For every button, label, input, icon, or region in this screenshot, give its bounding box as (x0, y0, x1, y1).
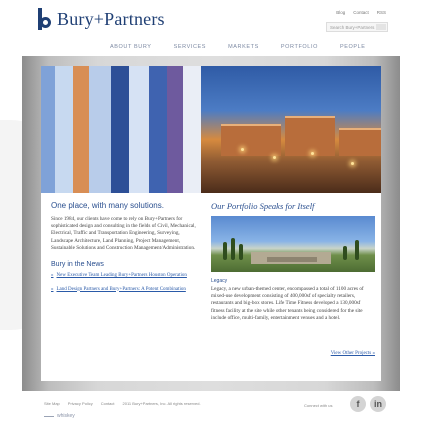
main-nav: ABOUT BURY SERVICES MARKETS PORTFOLIO PE… (110, 44, 366, 50)
facebook-icon[interactable]: f (350, 396, 366, 412)
intro-column: One place, with many solutions. Since 19… (51, 201, 199, 300)
nav-item-about[interactable]: ABOUT BURY (110, 44, 152, 50)
portfolio-image[interactable] (211, 216, 375, 272)
project-label: Legacy (211, 278, 228, 284)
bullet-icon: » (51, 286, 54, 292)
dash-icon (44, 415, 54, 417)
view-other-projects-link[interactable]: View Other Projects » (331, 351, 375, 356)
hero-image (41, 66, 381, 193)
logo-mark-icon (38, 8, 52, 30)
nav-item-services[interactable]: SERVICES (174, 44, 207, 50)
news-item[interactable]: » Land Design Partners and Bury+Partners… (51, 287, 199, 294)
footer-link-contact[interactable]: Contact (101, 401, 115, 406)
footer-link-sitemap[interactable]: Site Map (44, 401, 60, 406)
news-link-1[interactable]: New Executive Team Leading Bury+Partners… (57, 273, 187, 280)
footer-links: Site Map Privacy Policy Contact 2011 Bur… (44, 401, 201, 406)
news-item[interactable]: » New Executive Team Leading Bury+Partne… (51, 273, 199, 280)
footer: Site Map Privacy Policy Contact 2011 Bur… (22, 391, 400, 429)
footer-credit-text: whiskey (57, 413, 75, 419)
content-panel: One place, with many solutions. Since 19… (41, 193, 381, 381)
page: Bury+Partners Blog Contact RSS Search Bu… (0, 0, 422, 429)
portfolio-column: Our Portfolio Speaks for Itself Legacy L… (211, 201, 375, 356)
utility-link-contact[interactable]: Contact (353, 10, 369, 15)
linkedin-icon[interactable]: in (370, 396, 386, 412)
search-placeholder: Search Bury+Partners (330, 24, 375, 30)
nav-item-markets[interactable]: MARKETS (228, 44, 259, 50)
news-link-2[interactable]: Land Design Partners and Bury+Partners: … (57, 287, 186, 294)
connect-label: Connect with us (304, 403, 333, 408)
utility-links: Blog Contact RSS (336, 10, 386, 15)
intro-heading: One place, with many solutions. (51, 201, 164, 210)
footer-copyright: 2011 Bury+Partners, Inc. All rights rese… (122, 401, 201, 406)
nav-item-people[interactable]: PEOPLE (340, 44, 366, 50)
nav-item-portfolio[interactable]: PORTFOLIO (281, 44, 318, 50)
site-frame: Bury+Partners Blog Contact RSS Search Bu… (22, 0, 400, 429)
footer-credit[interactable]: whiskey (44, 413, 75, 419)
footer-link-privacy[interactable]: Privacy Policy (68, 401, 93, 406)
portfolio-heading: Our Portfolio Speaks for Itself (211, 201, 315, 211)
utility-link-blog[interactable]: Blog (336, 10, 345, 15)
search-input[interactable]: Search Bury+Partners (326, 22, 388, 32)
bullet-icon: » (51, 273, 54, 279)
brand-name: Bury+Partners (57, 8, 165, 29)
news-heading: Bury in the News (51, 261, 104, 269)
portfolio-body: Legacy, a new urban-themed center, encom… (211, 286, 364, 321)
intro-body: Since 1984, our clients have come to rel… (51, 216, 196, 251)
utility-link-rss[interactable]: RSS (377, 10, 386, 15)
site-logo[interactable]: Bury+Partners (38, 8, 165, 30)
main-stage: One place, with many solutions. Since 19… (22, 56, 400, 391)
search-button[interactable] (376, 24, 386, 30)
